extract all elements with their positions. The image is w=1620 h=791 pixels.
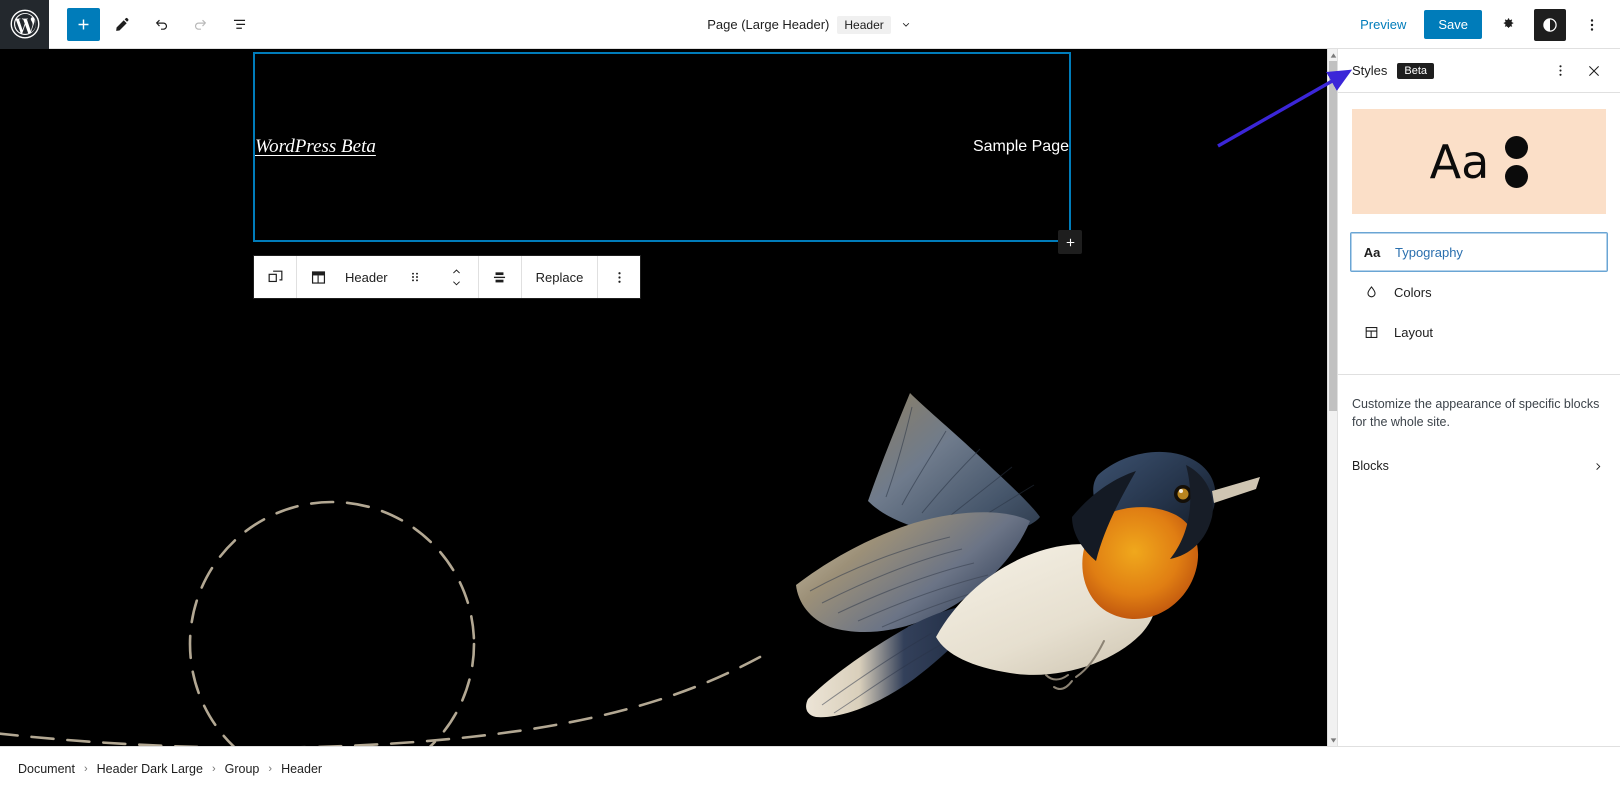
drag-handle-dots-icon: [411, 272, 418, 282]
blocks-label: Blocks: [1352, 459, 1389, 474]
duplicate-blocks-button[interactable]: [254, 256, 296, 298]
style-preview-color-dots: [1505, 135, 1529, 188]
styles-menu-item-layout[interactable]: Layout: [1350, 312, 1608, 352]
styles-blocks-description: Customize the appearance of specific blo…: [1352, 397, 1600, 430]
template-part-badge: Header: [837, 15, 891, 34]
page-title: Page (Large Header): [707, 17, 830, 32]
aa-typography-icon: Aa: [1363, 244, 1381, 260]
canvas-scrollbar-thumb[interactable]: [1329, 61, 1337, 411]
close-icon: [1589, 65, 1599, 76]
redo-button[interactable]: [184, 8, 217, 41]
block-appender-button[interactable]: [1058, 230, 1082, 254]
scroll-down-arrow[interactable]: [1329, 735, 1337, 745]
droplet-icon: [1360, 284, 1382, 301]
contrast-circle-icon: [1543, 17, 1557, 32]
block-more-options-button[interactable]: [598, 256, 640, 298]
styles-menu-label: Colors: [1394, 284, 1432, 300]
undo-button[interactable]: [145, 8, 178, 41]
drag-handle-button[interactable]: [394, 256, 436, 298]
chevron-right-icon: [1596, 462, 1601, 470]
toolbar-group-block-type: Header: [297, 256, 479, 298]
wordpress-logo[interactable]: [0, 0, 49, 49]
pencil-icon: [116, 17, 129, 31]
vertical-ellipsis-icon: [1590, 18, 1594, 31]
selected-header-block[interactable]: WordPress Beta Sample Page: [253, 52, 1082, 254]
color-dot-primary: [1505, 135, 1529, 159]
settings-button[interactable]: [1492, 9, 1524, 41]
preview-button[interactable]: Preview: [1352, 13, 1414, 36]
breadcrumb-separator: ›: [83, 763, 88, 775]
plus-icon: [78, 19, 89, 29]
vertical-align-button[interactable]: [479, 256, 521, 298]
scroll-up-arrow[interactable]: [1329, 50, 1337, 60]
toolbar-group-more: [598, 256, 640, 298]
breadcrumb-item-group[interactable]: Group: [225, 762, 260, 776]
breadcrumb: Document › Header Dark Large › Group › H…: [0, 746, 1620, 791]
styles-menu-item-colors[interactable]: Colors: [1350, 272, 1608, 312]
copy-blocks-icon: [268, 270, 282, 282]
plus-icon: [1066, 238, 1074, 246]
styles-sidebar: Styles Beta Aa Aa Typography Colors Layo…: [1337, 49, 1620, 746]
close-styles-panel-button[interactable]: [1582, 59, 1606, 83]
editor-canvas[interactable]: WordPress Beta Sample Page Header Replac…: [0, 49, 1337, 746]
toolbar-group-align: [479, 256, 522, 298]
add-block-button[interactable]: [67, 7, 100, 41]
nav-link-sample-page[interactable]: Sample Page: [973, 138, 1069, 156]
move-block-buttons[interactable]: [436, 256, 478, 298]
chevron-up-icon[interactable]: [449, 266, 464, 277]
undo-icon: [155, 19, 168, 30]
gear-icon: [1503, 18, 1513, 28]
canvas-scrollbar[interactable]: [1327, 49, 1337, 746]
styles-panel-title: Styles: [1352, 63, 1388, 78]
block-type-button[interactable]: [297, 256, 339, 298]
style-preview-sample-text: Aa: [1429, 134, 1490, 189]
styles-menu-item-typography[interactable]: Aa Typography: [1350, 232, 1608, 272]
beta-badge: Beta: [1397, 62, 1435, 79]
breadcrumb-separator: ›: [211, 763, 216, 775]
list-view-icon: [233, 19, 246, 29]
block-type-label: Header: [345, 269, 388, 285]
flying-bird-illustration: [796, 393, 1260, 718]
replace-button[interactable]: Replace: [522, 256, 598, 298]
styles-blocks-navigation-button[interactable]: Blocks: [1338, 449, 1620, 483]
color-dot-secondary: [1505, 164, 1529, 188]
document-title-dropdown[interactable]: Page (Large Header) Header: [707, 15, 913, 34]
top-bar-tools: [49, 7, 256, 41]
breadcrumb-item-document[interactable]: Document: [18, 762, 75, 776]
styles-sidebar-header: Styles Beta: [1338, 49, 1620, 93]
save-button[interactable]: Save: [1424, 10, 1482, 39]
styles-menu: Aa Typography Colors Layout: [1338, 232, 1620, 352]
wordpress-site-editor: Page (Large Header) Header Preview Save: [0, 0, 1620, 791]
style-variation-preview[interactable]: Aa: [1352, 109, 1606, 214]
breadcrumb-separator: ›: [268, 763, 273, 775]
site-title[interactable]: WordPress Beta: [255, 136, 376, 158]
dashed-loop-path: [0, 500, 762, 746]
edit-mode-button[interactable]: [106, 8, 139, 41]
list-view-button[interactable]: [223, 8, 256, 41]
breadcrumb-item-header[interactable]: Header: [281, 762, 322, 776]
toolbar-group-replace: Replace: [522, 256, 599, 298]
layout-grid-icon: [1360, 324, 1382, 341]
vertical-ellipsis-icon: [1558, 65, 1562, 76]
redo-icon: [194, 19, 207, 30]
styles-menu-label: Layout: [1394, 324, 1434, 340]
editor-top-bar: Page (Large Header) Header Preview Save: [0, 0, 1620, 49]
vertical-ellipsis-icon: [618, 271, 621, 283]
toolbar-group-duplicate: [254, 256, 297, 298]
breadcrumb-item-header-dark-large[interactable]: Header Dark Large: [97, 762, 203, 776]
chevron-down-icon[interactable]: [449, 278, 464, 289]
more-options-button[interactable]: [1576, 9, 1608, 41]
global-styles-button[interactable]: [1534, 8, 1566, 41]
block-toolbar: Header Replace: [253, 255, 642, 299]
styles-menu-label: Typography: [1395, 244, 1463, 260]
top-bar-actions: Preview Save: [1352, 0, 1608, 49]
header-layout-icon: [311, 270, 325, 284]
vertical-align-center-icon: [494, 271, 506, 282]
styles-more-options-button[interactable]: [1548, 59, 1572, 83]
chevron-down-icon: [902, 22, 909, 27]
